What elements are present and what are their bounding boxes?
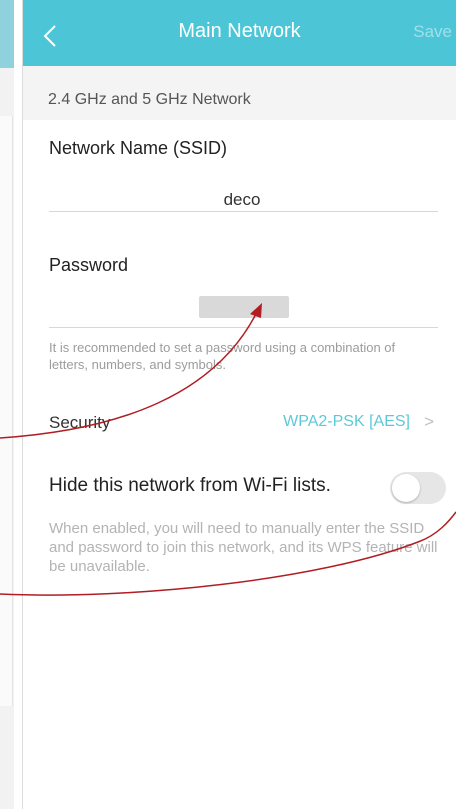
hide-network-toggle[interactable] — [390, 472, 446, 504]
security-value: WPA2-PSK [AES] — [283, 413, 410, 430]
ssid-input[interactable]: deco — [49, 190, 435, 210]
nav-bar: Main Network Save — [23, 0, 456, 66]
password-divider — [49, 327, 438, 328]
password-label: Password — [49, 255, 129, 275]
main-network-screen: Main Network Save 2.4 GHz and 5 GHz Netw… — [23, 0, 456, 809]
hide-network-label: Hide this network from Wi-Fi lists. — [49, 475, 331, 496]
adjacent-screen-sliver — [0, 0, 14, 809]
ssid-divider — [49, 211, 438, 212]
page-title: Main Network — [178, 20, 301, 42]
ssid-label: Network Name (SSID) — [49, 138, 228, 158]
screen-border — [14, 0, 23, 809]
password-hint: It is recommended to set a password usin… — [49, 340, 396, 372]
section-header: 2.4 GHz and 5 GHz Network — [23, 66, 456, 120]
hide-network-description: When enabled, you will need to manually … — [49, 520, 438, 575]
password-input[interactable] — [199, 296, 289, 318]
chevron-right-icon: > — [424, 412, 434, 431]
adjacent-nav-bar — [0, 0, 14, 68]
security-label: Security — [49, 413, 111, 432]
save-button[interactable]: Save — [413, 22, 452, 42]
toggle-knob — [392, 474, 420, 502]
section-title: 2.4 GHz and 5 GHz Network — [48, 91, 251, 108]
adjacent-panel — [0, 116, 13, 706]
